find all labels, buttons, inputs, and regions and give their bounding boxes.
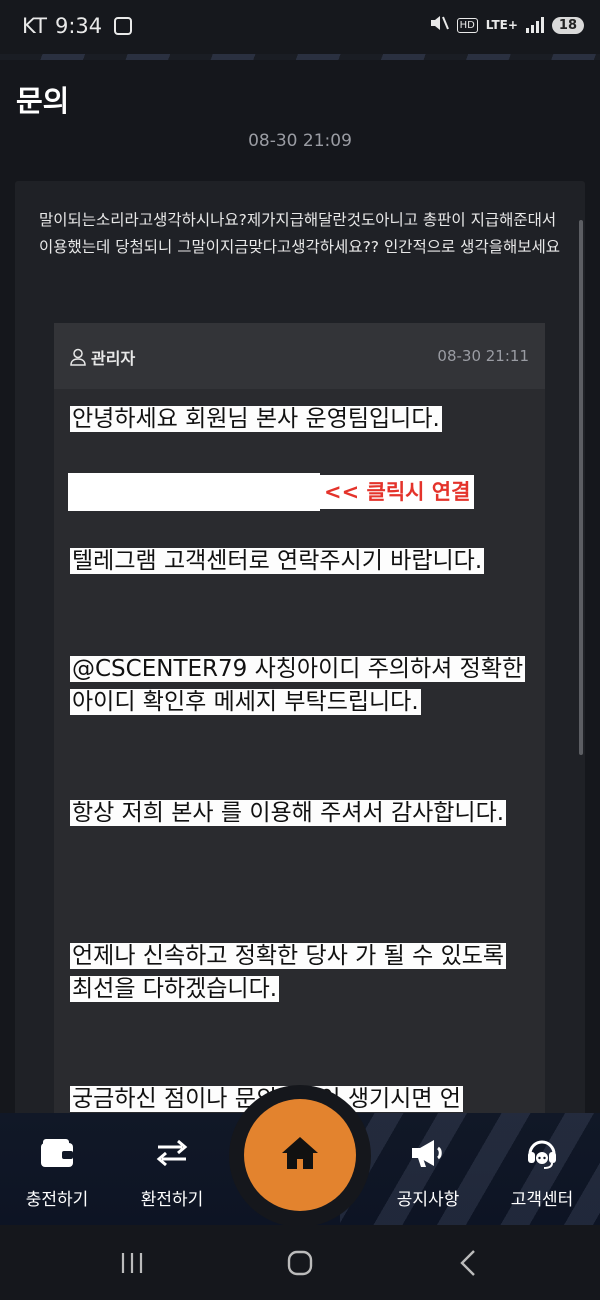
nav-support[interactable]: 고객센터 (487, 1133, 597, 1210)
status-left: KT 9:34 (22, 14, 133, 38)
hd-badge: HD (456, 17, 478, 33)
battery-badge: 18 (551, 16, 584, 34)
nav-charge-label: 충전하기 (25, 1190, 89, 1210)
reply-telegram-instruction: 텔레그램 고객센터로 연락주시기 바랍니다. (70, 548, 485, 574)
reply-author: 관리자 (70, 345, 135, 369)
inquiry-timestamp: 08-30 21:09 (248, 131, 352, 151)
reply-promise: 언제나 신속하고 정확한 당사 가 될 수 있도록 최선을 다하겠습니다. (70, 943, 507, 1002)
nav-notice[interactable]: 공지사항 (373, 1133, 483, 1210)
status-right: HD LTE+ 18 (429, 14, 584, 36)
nav-notice-label: 공지사항 (396, 1190, 460, 1210)
reply-header: 관리자 08-30 21:11 (54, 323, 545, 389)
nav-exchange-label: 환전하기 (140, 1190, 204, 1210)
carrier-label: KT (22, 14, 47, 38)
inquiry-question: 말이되는소리라고생각하시나요?제가지급해달란것도아니고 총판이 지급해준대서 이… (39, 211, 561, 256)
home-system-button[interactable] (280, 1247, 320, 1279)
reply-thanks: 항상 저희 본사 를 이용해 주셔서 감사합니다. (70, 800, 507, 826)
page-title: 문의 (16, 84, 70, 118)
reply-greeting: 안녕하세요 회원님 본사 운영팀입니다. (70, 406, 442, 432)
reply-timestamp: 08-30 21:11 (437, 347, 529, 365)
author-name: 관리자 (91, 349, 136, 368)
home-icon (280, 1135, 320, 1175)
lte-label: LTE+ (485, 18, 518, 32)
mute-icon (429, 14, 449, 36)
inquiry-card: 말이되는소리라고생각하시나요?제가지급해달란것도아니고 총판이 지급해준대서 이… (15, 181, 585, 1143)
status-bar: KT 9:34 HD LTE+ 18 (0, 0, 600, 54)
signal-icon (525, 17, 544, 33)
exchange-arrows-icon (117, 1133, 227, 1173)
megaphone-icon (373, 1133, 483, 1173)
screen-record-icon (114, 17, 133, 35)
telegram-link[interactable]: << 클릭시 연결 (320, 475, 475, 509)
nav-exchange[interactable]: 환전하기 (117, 1133, 227, 1210)
telegram-link-box[interactable] (68, 473, 320, 511)
scrollbar[interactable] (579, 220, 583, 755)
home-button[interactable] (244, 1099, 356, 1211)
nav-support-label: 고객센터 (510, 1190, 574, 1210)
back-button[interactable] (448, 1247, 488, 1279)
system-nav (0, 1225, 600, 1300)
wallet-icon (2, 1133, 112, 1173)
reply-id-warning: @CSCENTER79 사칭아이디 주의하셔 정확한 아이디 확인후 메세지 부… (70, 656, 526, 715)
headset-icon (487, 1133, 597, 1173)
clock: 9:34 (54, 14, 103, 38)
app-header: 문의 (0, 60, 600, 130)
user-icon (70, 348, 86, 366)
reply-card: 관리자 08-30 21:11 안녕하세요 회원님 본사 운영팀입니다. << … (54, 323, 545, 1143)
recent-apps-button[interactable] (112, 1247, 152, 1279)
nav-charge[interactable]: 충전하기 (2, 1133, 112, 1210)
